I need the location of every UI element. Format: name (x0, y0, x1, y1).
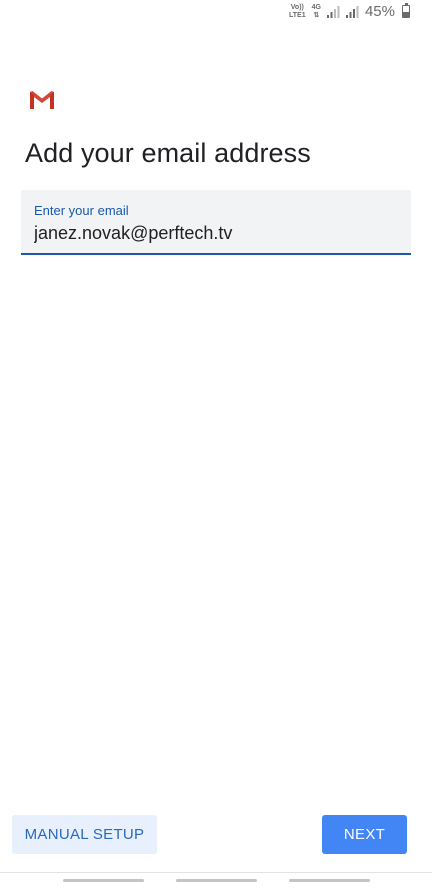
email-input[interactable] (34, 223, 394, 244)
battery-icon (402, 2, 410, 18)
email-field-label: Enter your email (34, 203, 129, 218)
status-bar: Vo)) LTE1 4G ⇅ 45% (0, 0, 432, 28)
manual-setup-button[interactable]: MANUAL SETUP (12, 815, 157, 854)
nav-recents-handle[interactable] (289, 879, 370, 882)
nav-back-handle[interactable] (63, 879, 144, 882)
email-field[interactable]: Enter your email (21, 190, 411, 255)
system-nav-bar (0, 872, 432, 888)
volte-text: Vo)) (290, 3, 304, 11)
page-title: Add your email address (25, 138, 311, 168)
battery-fill (403, 12, 409, 17)
signal-icon-sim1 (326, 5, 340, 18)
network-type: 4G (311, 3, 321, 11)
volte-indicator: Vo)) LTE1 (289, 4, 306, 20)
nav-home-handle[interactable] (176, 879, 257, 882)
status-icons: Vo)) LTE1 4G ⇅ 45% (289, 2, 410, 20)
data-arrows-icon: ⇅ (313, 11, 320, 19)
signal-icon-sim2 (345, 5, 359, 18)
network-indicator: 4G ⇅ (312, 4, 321, 20)
lte-text: LTE1 (289, 11, 306, 19)
next-button[interactable]: NEXT (322, 815, 407, 854)
gmail-logo-icon (30, 91, 54, 109)
battery-percent: 45% (364, 3, 395, 20)
